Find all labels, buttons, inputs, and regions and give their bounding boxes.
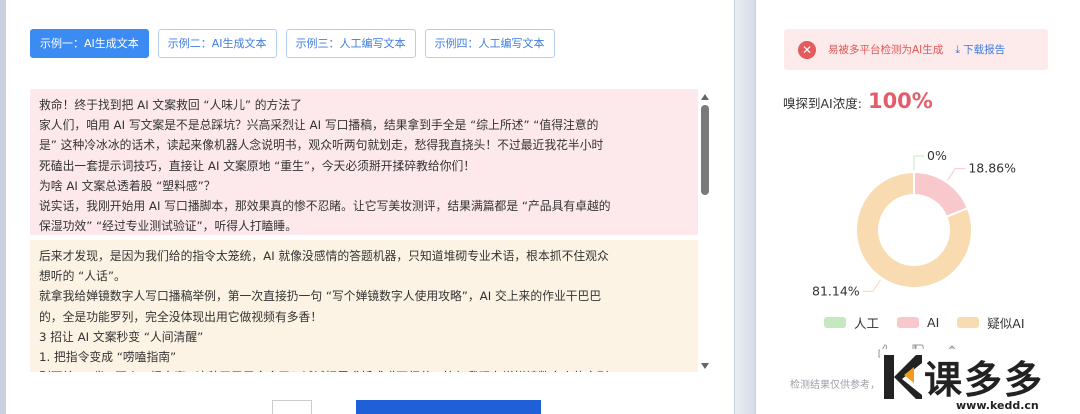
donut-slice-ai[interactable] bbox=[913, 170, 970, 219]
tab-sample-4[interactable]: 示例四：人工编写文本 bbox=[424, 29, 555, 58]
tab-sample-1[interactable]: 示例一：AI生成文本 bbox=[30, 29, 149, 58]
bottom-toolbar bbox=[206, 400, 566, 414]
watermark: 课多多 www.kedd.cn bbox=[880, 349, 1080, 414]
legend-swatch-ai bbox=[897, 317, 920, 328]
text-line: 想听的 “人话”。 bbox=[39, 269, 126, 284]
text-line: 3 招让 AI 文案秒变 “人间清醒” bbox=[39, 329, 204, 344]
legend-label-ai: AI bbox=[927, 315, 940, 330]
text-line: 别再给 AI 发 “写个口播文案” 这种干巴巴命令了！试试把需求拆成唠下细节，比… bbox=[39, 367, 689, 372]
legend-label-suspected: 疑似AI bbox=[987, 316, 1025, 331]
legend-swatch-human bbox=[824, 317, 846, 328]
scroll-up-arrow-icon[interactable] bbox=[701, 94, 709, 100]
legend-item-ai[interactable]: AI bbox=[897, 313, 939, 332]
donut-data-label: 81.14% bbox=[812, 283, 860, 298]
donut-data-label: 0% bbox=[927, 148, 947, 163]
legend-item-suspected[interactable]: 疑似AI bbox=[957, 313, 1025, 332]
kedd-logo-icon bbox=[884, 355, 922, 399]
paragraph-ai-suspected: 后来才发现，是因为我们给的指令太笼统，AI 就像没感情的答题机器，只知道堆砌专业… bbox=[30, 240, 698, 372]
bottom-input[interactable] bbox=[272, 400, 312, 414]
tab-sample-2[interactable]: 示例二：AI生成文本 bbox=[157, 29, 277, 58]
chart-legend: 人工 AI 疑似AI bbox=[824, 313, 1025, 332]
download-icon: ⤓ bbox=[955, 42, 961, 56]
ai-density: 嗅探到AI浓度: 100% bbox=[783, 89, 933, 113]
alert-text: 易被多平台检测为AI生成 bbox=[828, 44, 944, 56]
download-report-link[interactable]: ⤓ 下载报告 bbox=[955, 42, 1005, 57]
text-line: 救命！终于找到把 AI 文案救回 “人味儿” 的方法了 bbox=[39, 98, 302, 112]
detection-alert: ✕ 易被多平台检测为AI生成 ⤓ 下载报告 bbox=[784, 29, 1048, 70]
density-label: 嗅探到AI浓度: bbox=[783, 96, 862, 111]
text-line: 后来才发现，是因为我们给的指令太笼统，AI 就像没感情的答题机器，只知道堆砌专业… bbox=[39, 249, 609, 263]
text-line: 的，全是功能罗列，完全没体现出用它做视频有多香！ bbox=[39, 309, 323, 324]
donut-label-line bbox=[913, 155, 924, 170]
panel-divider bbox=[735, 0, 755, 414]
detect-button[interactable] bbox=[356, 400, 541, 414]
paragraph-ai-high: 救命！终于找到把 AI 文案救回 “人味儿” 的方法了家人们，咱用 AI 写文案… bbox=[30, 89, 698, 235]
text-line: 为啥 AI 文案总透着股 “塑料感”？ bbox=[39, 178, 216, 193]
text-line: 说实话，我刚开始用 AI 写口播脚本，那效果真的惨不忍睹。让它写美妆测评，结果满… bbox=[39, 199, 611, 214]
text-line: 1. 把指令变成 “唠嗑指南” bbox=[39, 350, 177, 365]
sample-tabs: 示例一：AI生成文本 示例二：AI生成文本 示例三：人工编写文本 示例四：人工编… bbox=[30, 29, 555, 58]
vertical-scrollbar[interactable] bbox=[698, 91, 712, 372]
text-line: 家人们，咱用 AI 写文案是不是总踩坑？兴高采烈让 AI 写口播稿，结果拿到手全… bbox=[39, 118, 599, 133]
ai-density-donut-chart: 0% 18.86% 81.14% bbox=[812, 148, 1016, 298]
legend-item-human[interactable]: 人工 bbox=[824, 313, 879, 332]
legend-label-human: 人工 bbox=[854, 316, 880, 331]
legend-swatch-suspected bbox=[957, 317, 980, 328]
sample-panel: 示例一：AI生成文本 示例二：AI生成文本 示例三：人工编写文本 示例四：人工编… bbox=[6, 0, 734, 414]
close-circle-icon: ✕ bbox=[798, 40, 816, 59]
scrollbar-thumb[interactable] bbox=[701, 105, 709, 195]
watermark-text: 课多多 bbox=[924, 358, 1045, 402]
text-line: 保湿功效” “经过专业测试验证”，听得人打瞌睡。 bbox=[39, 219, 298, 234]
text-line: 就拿我给婵镜数字人写口播稿举例，第一次直接扔一句 “写个婵镜数字人使用攻略”，A… bbox=[39, 289, 602, 304]
donut-data-label: 18.86% bbox=[968, 161, 1016, 176]
tab-sample-3[interactable]: 示例三：人工编写文本 bbox=[285, 29, 416, 58]
sample-text-area[interactable]: 救命！终于找到把 AI 文案救回 “人味儿” 的方法了家人们，咱用 AI 写文案… bbox=[30, 89, 698, 372]
download-report-label: 下载报告 bbox=[963, 44, 1006, 56]
donut-label-line bbox=[947, 168, 966, 181]
scroll-down-arrow-icon[interactable] bbox=[701, 363, 709, 369]
density-value: 100% bbox=[867, 89, 933, 113]
watermark-url: www.kedd.cn bbox=[956, 399, 1039, 412]
text-line: 死磕出一套提示词技巧，直接让 AI 文案原地 “重生”，今天必须掰开揉碎教给你们… bbox=[39, 158, 476, 173]
donut-label-line bbox=[862, 279, 881, 292]
text-line: 是” 这种冷冰冰的话术，读起来像机器人念说明书，观众听两句就划走，愁得我直挠头！… bbox=[39, 138, 604, 153]
